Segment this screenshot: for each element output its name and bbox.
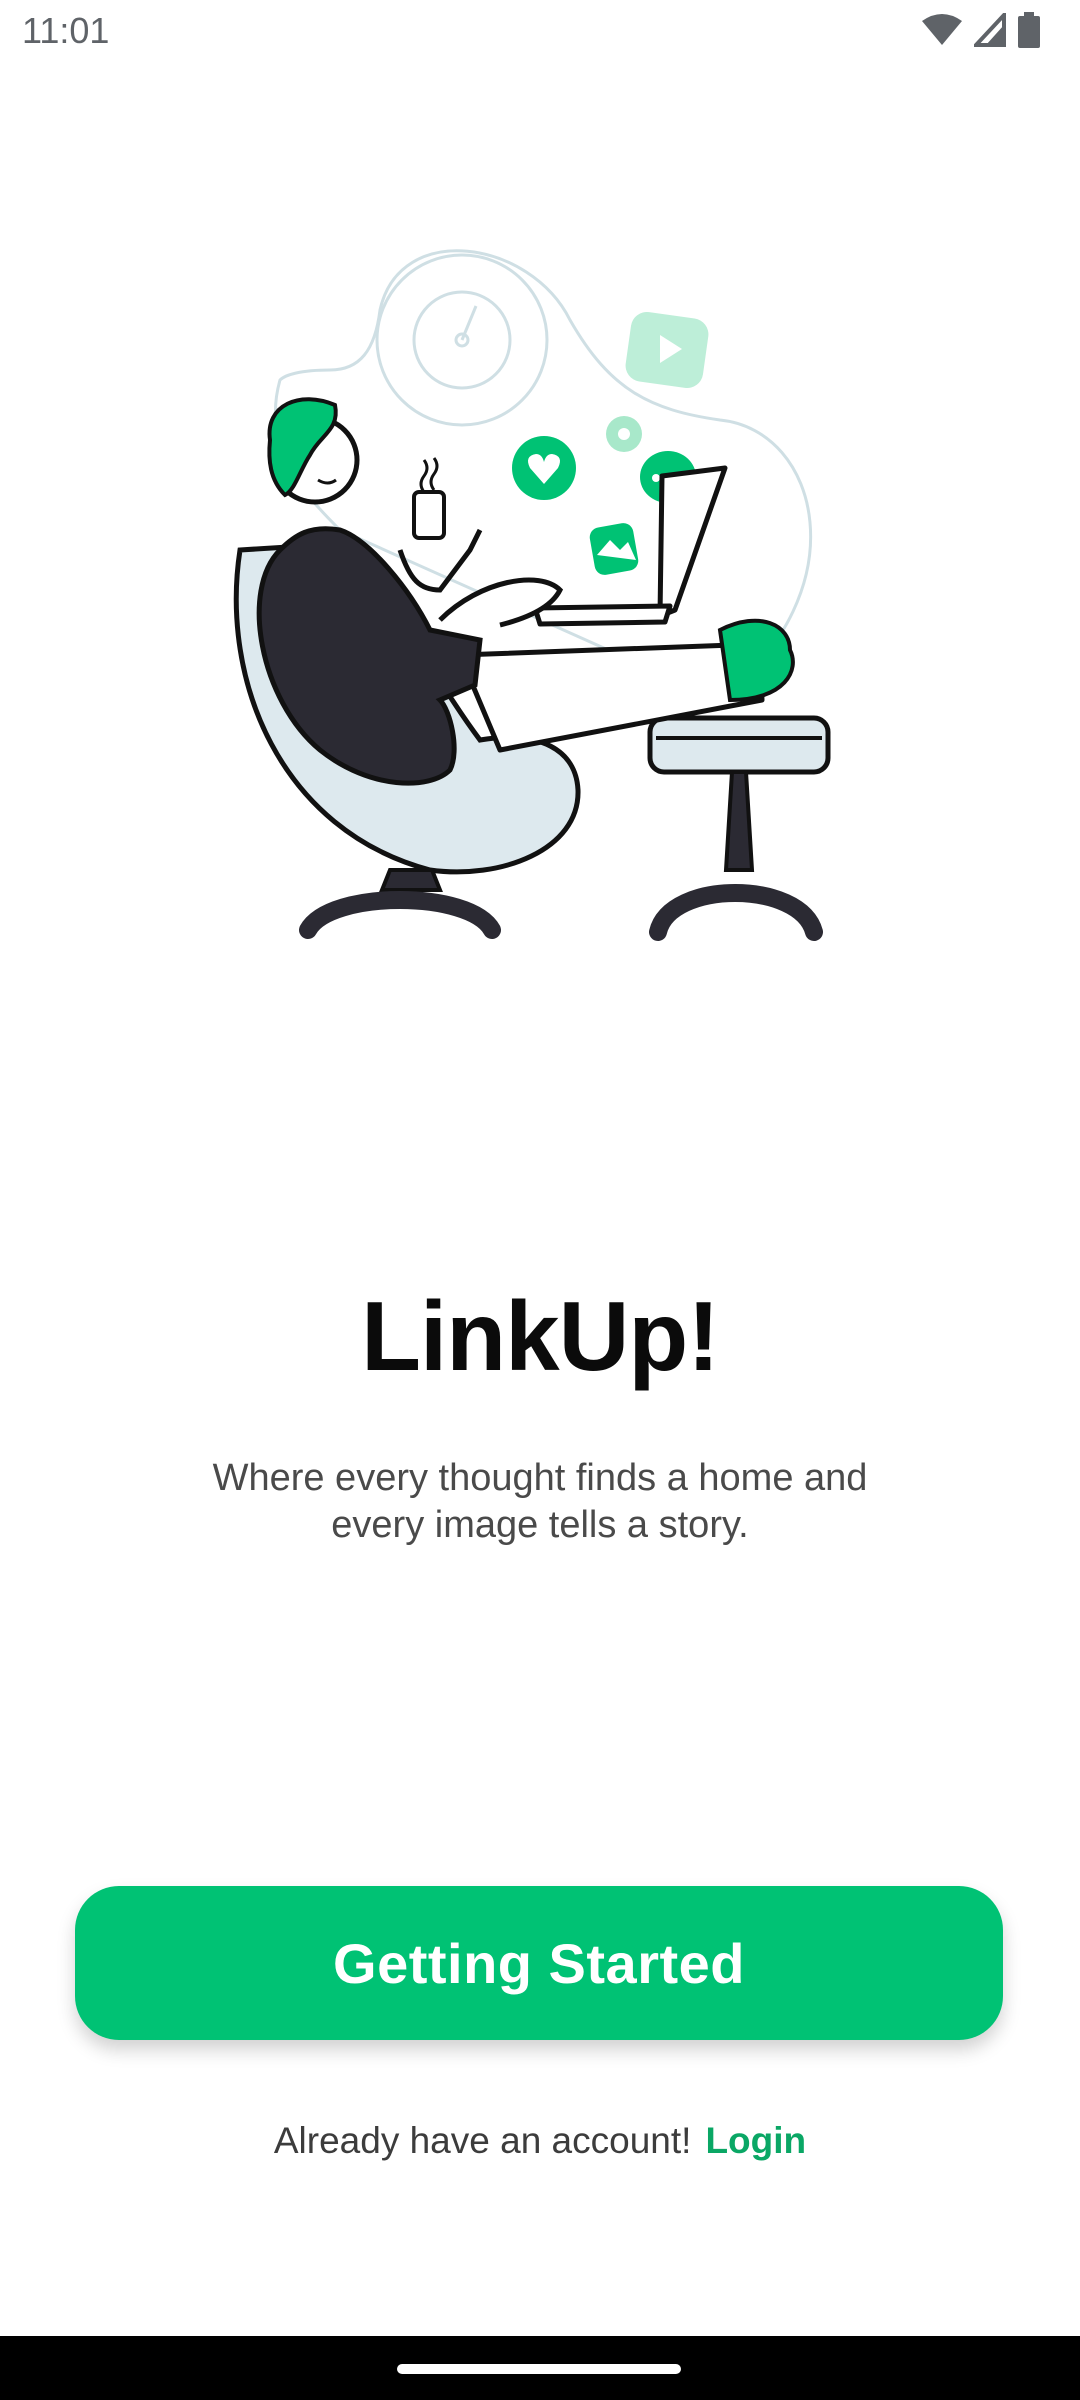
- status-time: 11:01: [22, 10, 110, 51]
- image-icon: [589, 523, 639, 575]
- app-tagline: Where every thought finds a home and eve…: [180, 1455, 900, 1549]
- getting-started-button[interactable]: Getting Started: [75, 1886, 1003, 2040]
- tagline-line-1: Where every thought finds a home and: [212, 1457, 868, 1499]
- hero-illustration: [233, 249, 831, 941]
- play-icon: [625, 311, 709, 389]
- login-link[interactable]: Login: [705, 2120, 806, 2161]
- heart-icon: [512, 436, 576, 500]
- status-bar: 11:01: [0, 0, 1080, 64]
- home-gesture-handle[interactable]: [397, 2364, 681, 2374]
- footstool: [647, 715, 831, 941]
- tagline-line-2: every image tells a story.: [331, 1504, 749, 1546]
- getting-started-label: Getting Started: [333, 1931, 745, 1995]
- battery-icon: [1018, 12, 1040, 48]
- cell-signal-icon: [974, 13, 1006, 47]
- wifi-icon: [922, 14, 962, 45]
- app-title: LinkUp!: [361, 1281, 720, 1391]
- login-row: Already have an account! Login: [0, 2120, 1080, 2162]
- small-bubble-icon: [606, 416, 642, 452]
- status-icons: [922, 12, 1040, 48]
- clock-icon: [375, 253, 549, 427]
- login-prompt: Already have an account!: [273, 2120, 692, 2161]
